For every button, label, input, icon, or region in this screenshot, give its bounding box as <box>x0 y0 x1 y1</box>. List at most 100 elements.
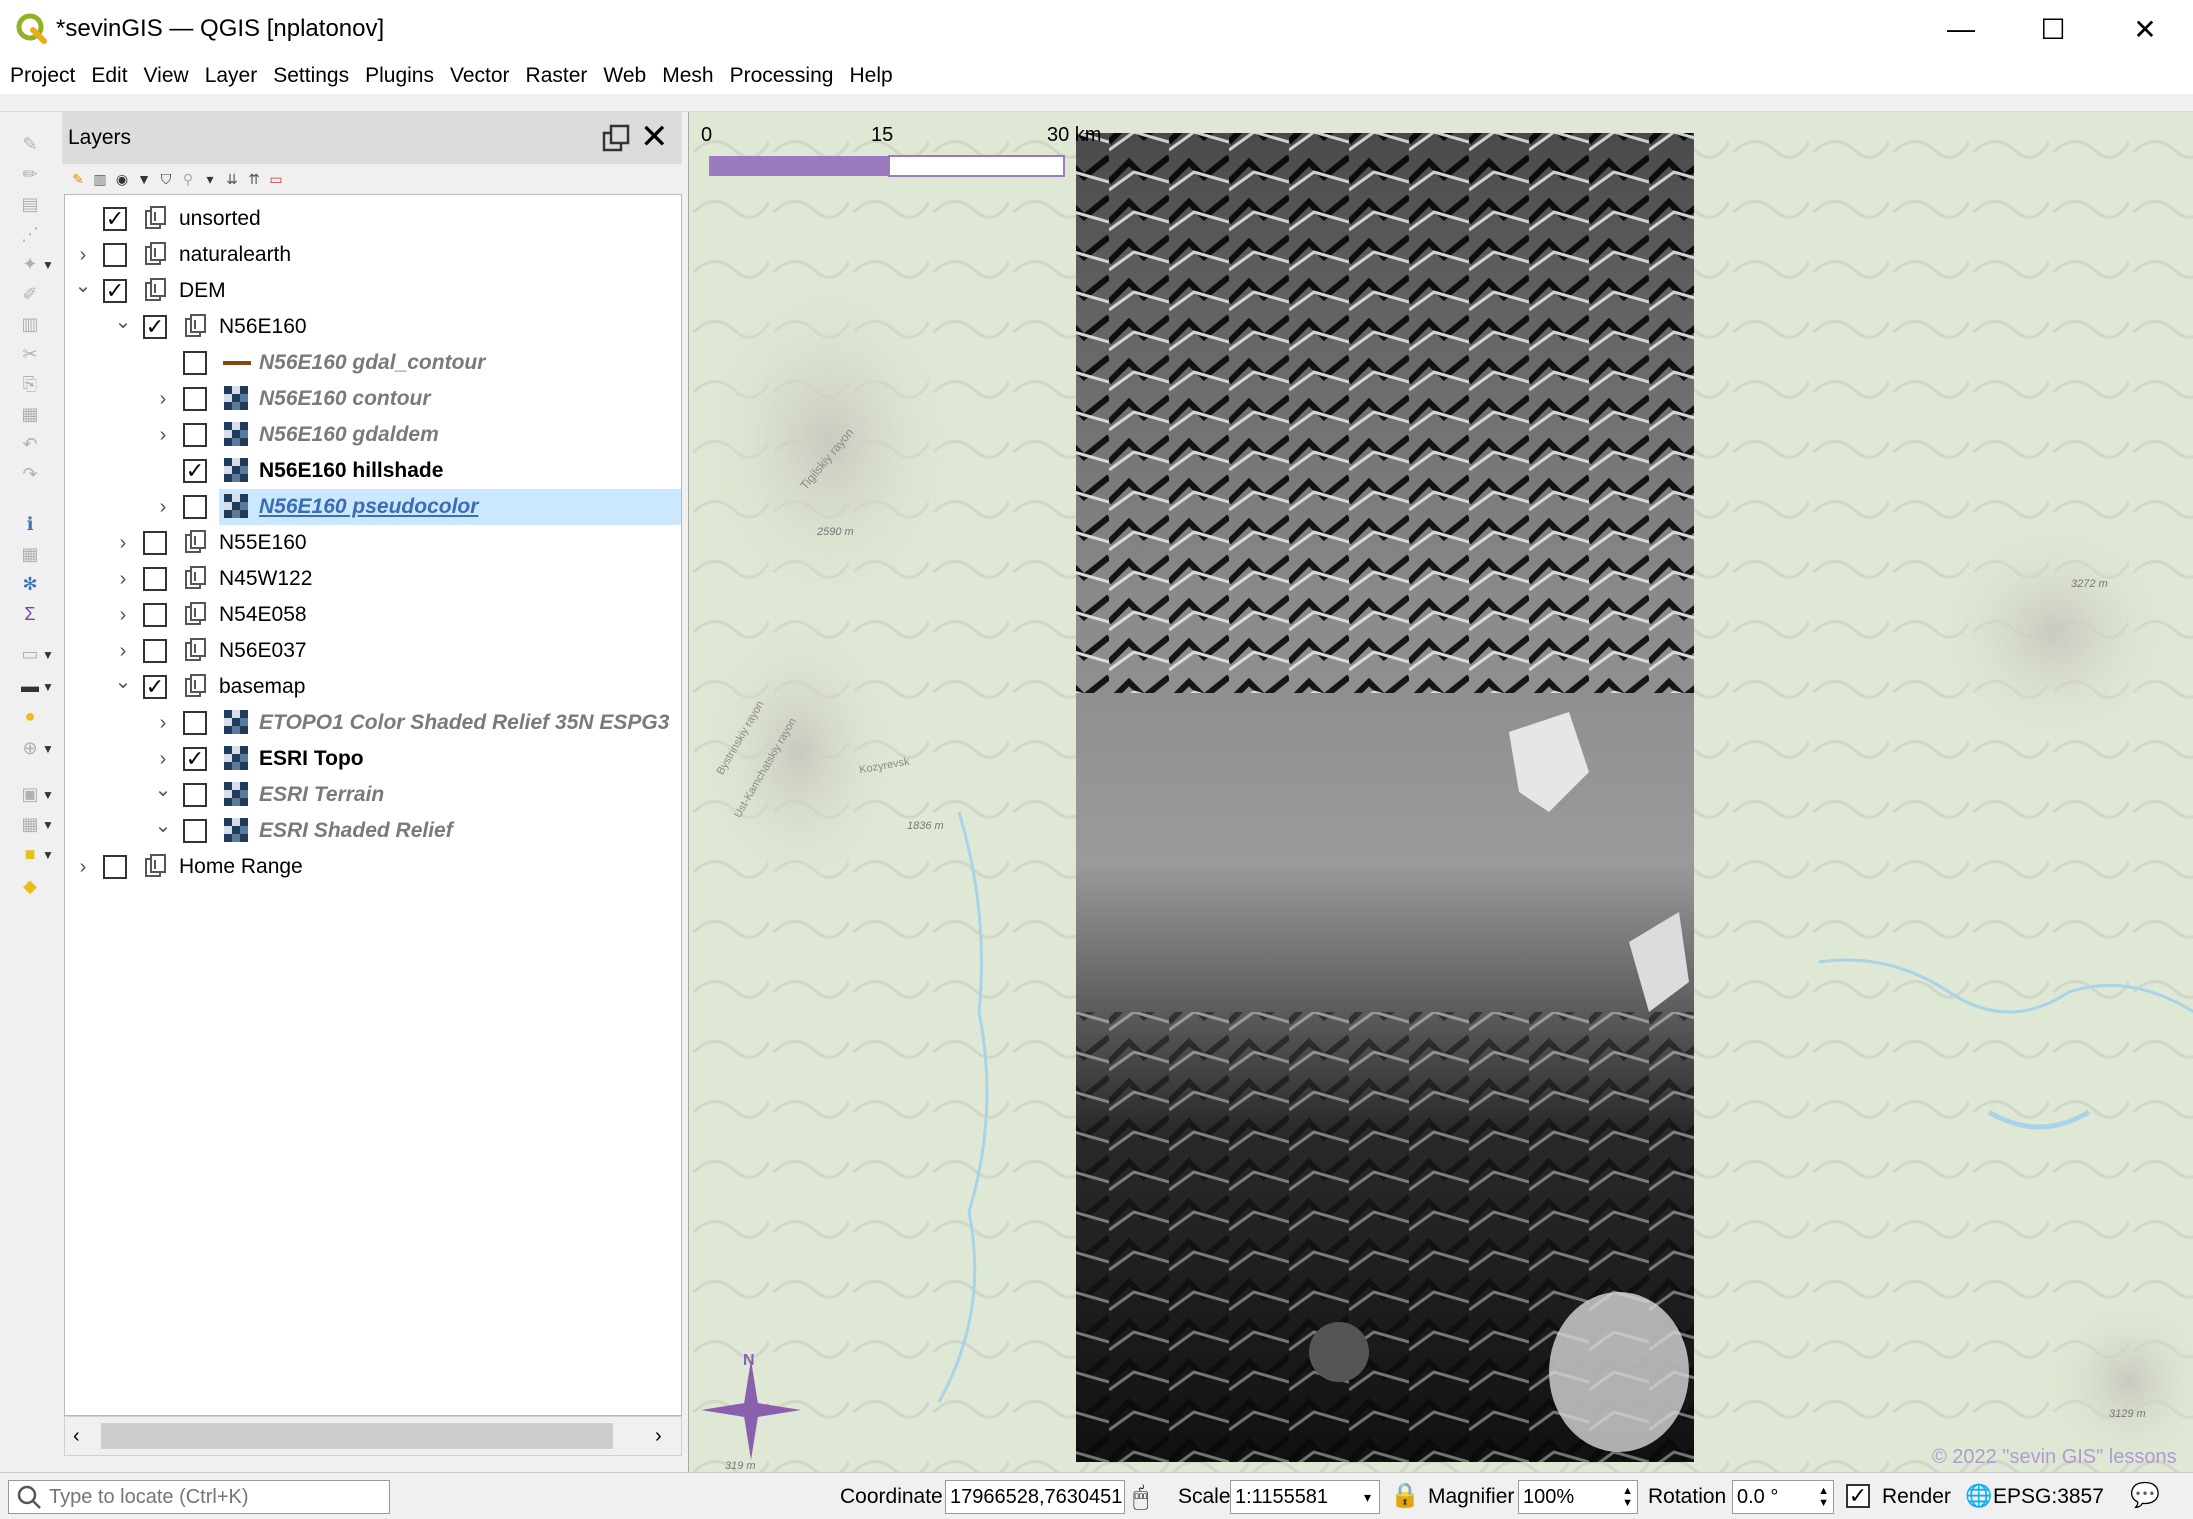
layer-visibility-checkbox[interactable]: ✓ <box>103 207 127 231</box>
layer-visibility-checkbox[interactable] <box>183 819 207 843</box>
layer-row-etopo1-color-shaded-relief-35n-espg3[interactable]: › ETOPO1 Color Shaded Relief 35N ESPG3 <box>65 705 681 741</box>
layer-visibility-checkbox[interactable] <box>183 387 207 411</box>
dropdown-arrow-icon[interactable]: ▼ <box>42 258 54 272</box>
spin-arrows-icon[interactable]: ▲ ▼ <box>1818 1485 1829 1509</box>
toolbox-gear-icon[interactable]: ✻ <box>14 572 46 596</box>
chevron-right-icon[interactable]: › <box>73 856 93 878</box>
filter-icon[interactable]: ⛉ <box>158 171 174 187</box>
toggle-coordinate-icon[interactable]: 🖱 <box>1133 1481 1149 1513</box>
layer-row-n56e160-gdaldem[interactable]: › N56E160 gdaldem <box>65 417 681 453</box>
layer-visibility-checkbox[interactable]: ✓ <box>183 747 207 771</box>
menu-settings[interactable]: Settings <box>273 64 349 88</box>
chevron-down-icon[interactable]: ⌄ <box>113 311 133 333</box>
layer-row-dem[interactable]: ⌄ ✓ DEM <box>65 273 681 309</box>
redo-icon[interactable]: ↷ <box>14 462 46 486</box>
chevron-down-icon[interactable]: ⌄ <box>113 671 133 693</box>
layer-row-n56e160-contour[interactable]: › N56E160 contour <box>65 381 681 417</box>
menu-mesh[interactable]: Mesh <box>662 64 713 88</box>
layer-row-n56e160-hillshade[interactable]: ✓ N56E160 hillshade <box>65 453 681 489</box>
horizontal-scrollbar[interactable]: ‹ › <box>64 1416 682 1456</box>
layer-visibility-checkbox[interactable] <box>103 855 127 879</box>
scroll-left-icon[interactable]: ‹ <box>73 1425 80 1448</box>
dropdown-arrow-icon[interactable]: ▼ <box>42 742 54 756</box>
chevron-right-icon[interactable]: › <box>73 244 93 266</box>
chevron-right-icon[interactable]: › <box>113 532 133 554</box>
layer-visibility-checkbox[interactable] <box>183 711 207 735</box>
save-edits-icon[interactable]: ▤ <box>14 192 46 216</box>
locator-bar[interactable] <box>8 1480 390 1514</box>
minimize-button[interactable]: — <box>1915 0 2007 58</box>
menu-plugins[interactable]: Plugins <box>365 64 434 88</box>
chevron-right-icon[interactable]: › <box>153 748 173 770</box>
delete-selected-icon[interactable]: ▥ <box>14 312 46 336</box>
layer-row-n45w122[interactable]: › N45W122 <box>65 561 681 597</box>
layer-row-naturalearth[interactable]: › naturalearth <box>65 237 681 273</box>
spin-arrows-icon[interactable]: ▲ ▼ <box>1622 1485 1633 1509</box>
chevron-down-icon[interactable]: ⌄ <box>73 275 93 297</box>
annotation-icon[interactable]: ● <box>14 704 46 728</box>
layer-visibility-checkbox[interactable] <box>183 351 207 375</box>
chevron-right-icon[interactable]: › <box>113 604 133 626</box>
current-edits-icon[interactable]: ✎ <box>14 132 46 156</box>
locator-input[interactable] <box>49 1485 379 1509</box>
layer-row-n56e160-gdal-contour[interactable]: N56E160 gdal_contour <box>65 345 681 381</box>
close-window-button[interactable]: ✕ <box>2099 0 2191 58</box>
layer-visibility-checkbox[interactable]: ✓ <box>183 459 207 483</box>
toggle-editing-icon[interactable]: ✏ <box>14 162 46 186</box>
layer-tree[interactable]: ✓ unsorted › naturalearth ⌄ ✓ DEM ⌄ ✓ N56E160 N56E… <box>64 194 682 1416</box>
scroll-right-icon[interactable]: › <box>655 1425 662 1448</box>
open-layer-styling-icon[interactable]: ✎ <box>70 171 86 187</box>
layer-row-unsorted[interactable]: ✓ unsorted <box>65 201 681 237</box>
layer-row-n54e058[interactable]: › N54E058 <box>65 597 681 633</box>
attribute-table-icon[interactable]: ▦ <box>14 542 46 566</box>
layer-visibility-checkbox[interactable] <box>183 423 207 447</box>
chevron-down-icon[interactable]: ⌄ <box>153 779 173 801</box>
remove-layer-icon[interactable]: ▭ <box>268 171 284 187</box>
layer-visibility-checkbox[interactable] <box>143 639 167 663</box>
layer-row-n56e160[interactable]: ⌄ ✓ N56E160 <box>65 309 681 345</box>
chevron-right-icon[interactable]: › <box>113 568 133 590</box>
paste-features-icon[interactable]: ▦ <box>14 402 46 426</box>
layer-visibility-checkbox[interactable] <box>143 603 167 627</box>
add-group-icon[interactable]: ▥ <box>92 171 108 187</box>
chevron-right-icon[interactable]: › <box>153 712 173 734</box>
chevron-right-icon[interactable]: › <box>113 640 133 662</box>
statistics-sigma-icon[interactable]: Σ <box>14 602 46 626</box>
layer-row-esri-terrain[interactable]: ⌄ ESRI Terrain <box>65 777 681 813</box>
layer-row-n55e160[interactable]: › N55E160 <box>65 525 681 561</box>
layer-row-n56e037[interactable]: › N56E037 <box>65 633 681 669</box>
dropdown-arrow-icon[interactable]: ▼ <box>42 788 54 802</box>
coordinate-field[interactable]: 17966528,7630451 <box>945 1480 1125 1514</box>
layer-row-n56e160-pseudocolor[interactable]: › N56E160 pseudocolor <box>65 489 681 525</box>
filter-expression-icon[interactable]: ⚲ <box>180 171 196 187</box>
layer-visibility-checkbox[interactable]: ✓ <box>143 315 167 339</box>
layer-visibility-checkbox[interactable] <box>143 531 167 555</box>
layer-visibility-checkbox[interactable] <box>183 783 207 807</box>
digitize-icon[interactable]: ⋰ <box>14 222 46 246</box>
menu-web[interactable]: Web <box>603 64 646 88</box>
menu-project[interactable]: Project <box>10 64 75 88</box>
menu-layer[interactable]: Layer <box>205 64 258 88</box>
cut-features-icon[interactable]: ✂ <box>14 342 46 366</box>
layer-row-basemap[interactable]: ⌄ ✓ basemap <box>65 669 681 705</box>
pin-label-icon[interactable]: ◆ <box>14 874 46 898</box>
lock-scale-icon[interactable]: 🔒 <box>1390 1481 1420 1510</box>
menu-view[interactable]: View <box>144 64 189 88</box>
layer-visibility-checkbox[interactable] <box>183 495 207 519</box>
undo-icon[interactable]: ↶ <box>14 432 46 456</box>
manage-themes-icon[interactable]: ◉ <box>114 171 130 187</box>
scrollbar-thumb[interactable] <box>101 1423 613 1449</box>
collapse-all-icon[interactable]: ⇈ <box>246 171 262 187</box>
menu-edit[interactable]: Edit <box>91 64 127 88</box>
layer-row-esri-topo[interactable]: › ✓ ESRI Topo <box>65 741 681 777</box>
chevron-right-icon[interactable]: › <box>153 424 173 446</box>
identify-icon[interactable]: ℹ <box>14 512 46 536</box>
scale-select[interactable]: 1:1155581 ▾ <box>1230 1480 1380 1514</box>
dropdown-arrow-icon[interactable]: ▼ <box>42 680 54 694</box>
float-panel-icon[interactable] <box>602 124 630 152</box>
menu-raster[interactable]: Raster <box>526 64 588 88</box>
layer-visibility-checkbox[interactable]: ✓ <box>103 279 127 303</box>
dropdown-arrow-icon[interactable]: ▼ <box>42 848 54 862</box>
chevron-down-icon[interactable]: ⌄ <box>153 815 173 837</box>
layer-visibility-checkbox[interactable] <box>103 243 127 267</box>
